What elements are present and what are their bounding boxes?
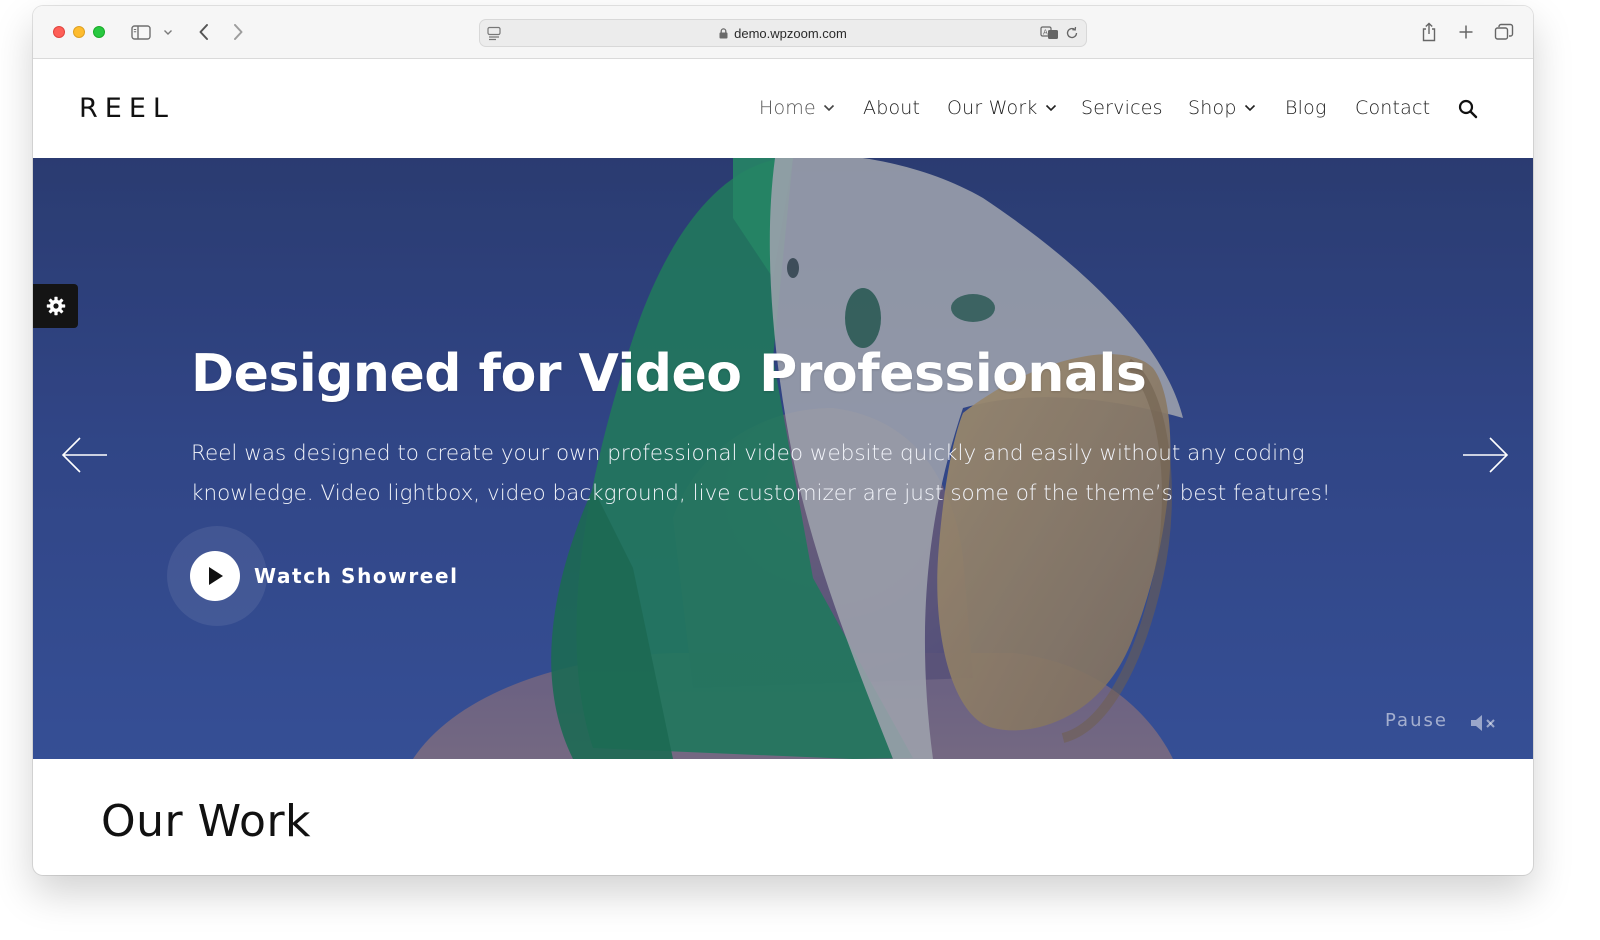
zoom-window-button[interactable] bbox=[93, 26, 105, 38]
menu-item-about[interactable]: About bbox=[863, 97, 920, 119]
menu-item-label: Home bbox=[759, 97, 816, 119]
plus-icon[interactable] bbox=[1457, 20, 1475, 44]
lock-icon bbox=[719, 28, 728, 39]
chevron-down-icon[interactable] bbox=[161, 20, 175, 44]
play-icon bbox=[209, 567, 223, 585]
minimize-window-button[interactable] bbox=[73, 26, 85, 38]
our-work-heading: Our Work bbox=[101, 796, 312, 847]
watch-showreel-button[interactable]: Watch Showreel bbox=[167, 526, 467, 626]
reload-icon[interactable] bbox=[1065, 26, 1079, 40]
hero-title: Designed for Video Professionals bbox=[191, 344, 1147, 404]
arrow-right-icon[interactable] bbox=[1461, 436, 1509, 474]
browser-toolbar: demo.wpzoom.com A bbox=[33, 6, 1533, 59]
chevron-down-icon bbox=[1244, 104, 1255, 112]
menu-item-label: Contact bbox=[1355, 97, 1431, 119]
url-text: demo.wpzoom.com bbox=[734, 26, 847, 41]
back-arrow-icon[interactable] bbox=[195, 20, 213, 44]
mute-icon[interactable] bbox=[1469, 712, 1499, 734]
site-header: REEL Home About Our Work Services Shop B… bbox=[33, 59, 1533, 158]
menu-item-contact[interactable]: Contact bbox=[1355, 97, 1430, 119]
menu-item-label: Services bbox=[1081, 97, 1163, 119]
site-logo[interactable]: REEL bbox=[79, 93, 175, 124]
chevron-down-icon bbox=[1045, 104, 1056, 112]
menu-item-label: About bbox=[863, 97, 921, 119]
hero-slider: Designed for Video Professionals Reel wa… bbox=[33, 158, 1533, 759]
address-bar[interactable]: demo.wpzoom.com A bbox=[479, 19, 1087, 47]
menu-item-shop[interactable]: Shop bbox=[1188, 97, 1256, 119]
sidebar-icon[interactable] bbox=[129, 20, 153, 44]
forward-arrow-icon[interactable] bbox=[229, 20, 247, 44]
svg-text:A: A bbox=[1043, 29, 1048, 37]
menu-item-label: Our Work bbox=[947, 97, 1038, 119]
hero-description: Reel was designed to create your own pro… bbox=[191, 441, 1331, 506]
menu-item-home[interactable]: Home bbox=[759, 97, 835, 119]
menu-item-services[interactable]: Services bbox=[1081, 97, 1163, 119]
translate-icon[interactable]: A bbox=[1040, 25, 1060, 41]
settings-button[interactable] bbox=[33, 284, 78, 328]
chevron-down-icon bbox=[823, 104, 834, 112]
share-icon[interactable] bbox=[1419, 20, 1439, 44]
gear-icon bbox=[46, 296, 65, 316]
close-window-button[interactable] bbox=[53, 26, 65, 38]
menu-item-blog[interactable]: Blog bbox=[1285, 97, 1327, 119]
arrow-left-icon[interactable] bbox=[61, 436, 109, 474]
search-icon[interactable] bbox=[1458, 99, 1478, 119]
watch-showreel-label: Watch Showreel bbox=[254, 564, 459, 588]
browser-window: demo.wpzoom.com A REEL Home About Our Wo… bbox=[33, 6, 1533, 875]
pause-video-button[interactable]: Pause bbox=[1385, 710, 1448, 731]
play-button[interactable] bbox=[190, 551, 240, 601]
menu-item-our-work[interactable]: Our Work bbox=[947, 97, 1057, 119]
url-display: demo.wpzoom.com bbox=[480, 26, 1086, 41]
tabs-icon[interactable] bbox=[1493, 20, 1515, 44]
menu-item-label: Blog bbox=[1285, 97, 1327, 119]
menu-item-label: Shop bbox=[1188, 97, 1237, 119]
